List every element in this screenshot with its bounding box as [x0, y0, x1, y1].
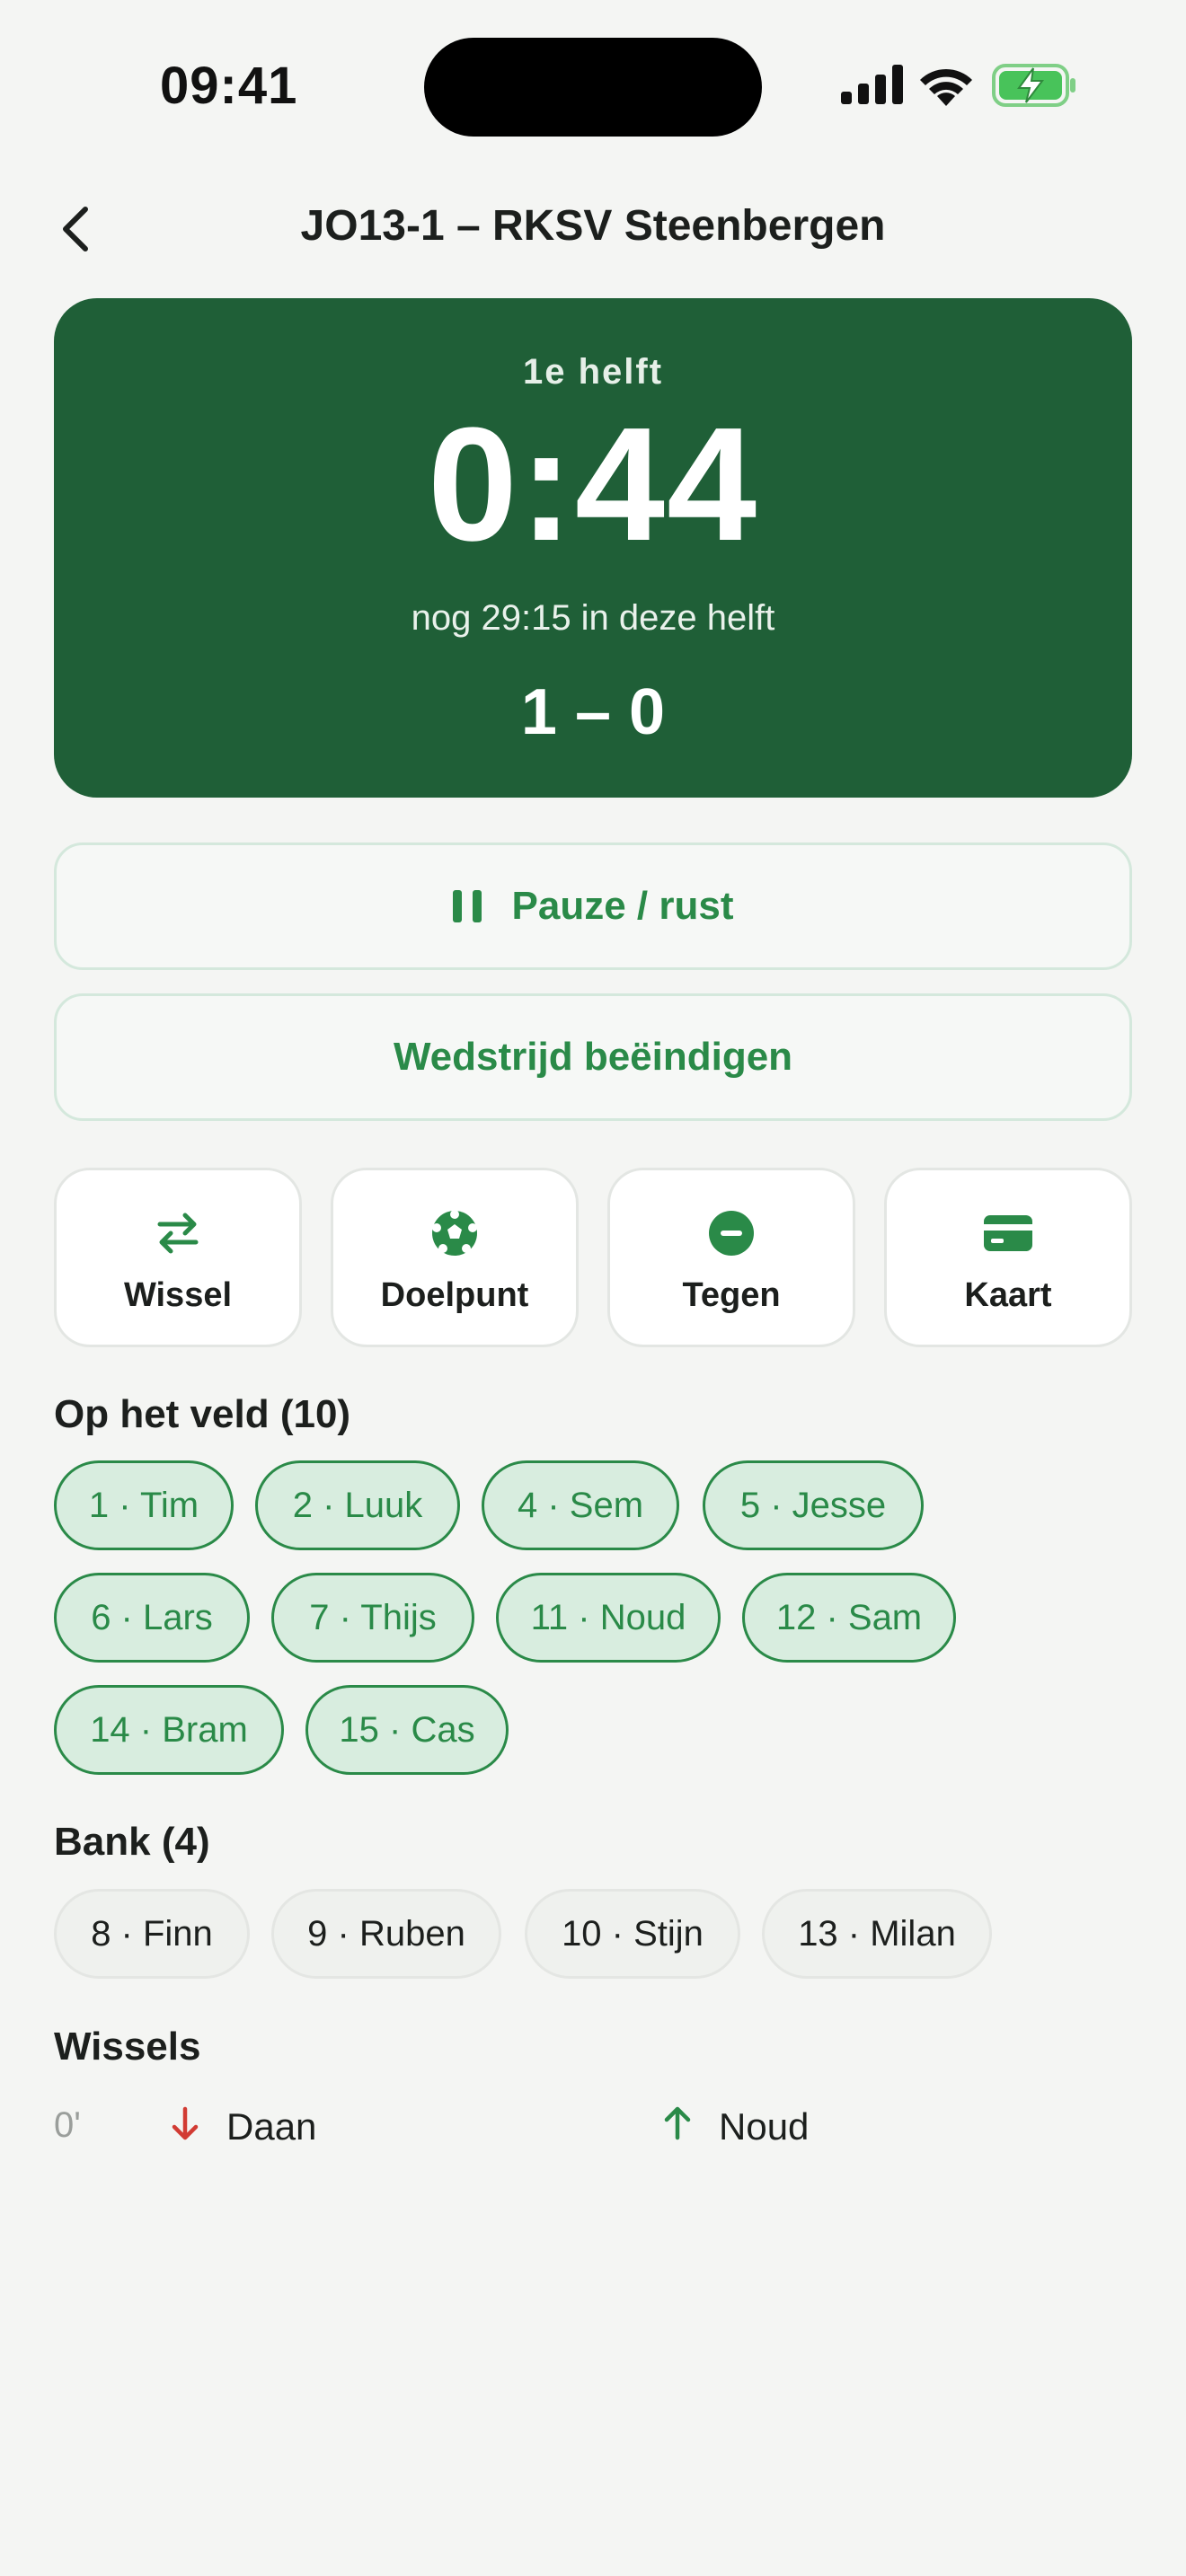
bench-player-chip[interactable]: 8 · Finn [54, 1889, 250, 1979]
end-match-label: Wedstrijd beëindigen [393, 1035, 793, 1079]
goal-against-button[interactable]: Tegen [607, 1168, 855, 1347]
minus-circle-icon [709, 1211, 754, 1256]
status-time: 09:41 [160, 57, 298, 115]
bench-title: Bank (4) [54, 1820, 210, 1864]
swap-icon [157, 1213, 199, 1254]
substitutions-title: Wissels [54, 2025, 201, 2069]
card-button[interactable]: Kaart [884, 1168, 1132, 1347]
arrow-down-icon [172, 2106, 199, 2140]
bench-player-chip[interactable]: 9 · Ruben [271, 1889, 501, 1979]
substitution-button[interactable]: Wissel [54, 1168, 302, 1347]
status-icons [841, 64, 1075, 110]
goal-button[interactable]: Doelpunt [331, 1168, 579, 1347]
field-player-chip[interactable]: 12 · Sam [742, 1573, 956, 1663]
substitution-label: Wissel [123, 1276, 233, 1314]
substitution-row: 0' Daan Noud [54, 2100, 1132, 2154]
pause-button[interactable]: Pauze / rust [54, 842, 1132, 970]
field-player-chip[interactable]: 4 · Sem [482, 1460, 679, 1550]
on-field-title: Op het veld (10) [54, 1392, 351, 1436]
field-player-chip[interactable]: 7 · Thijs [271, 1573, 474, 1663]
battery-charging-icon [992, 64, 1075, 107]
pause-icon [452, 890, 482, 922]
goal-against-label: Tegen [682, 1276, 781, 1314]
player-in-name: Noud [719, 2105, 810, 2148]
nav-header: JO13-1 – RKSV Steenbergen [0, 180, 1186, 278]
card-label: Kaart [964, 1276, 1052, 1314]
field-player-chip[interactable]: 1 · Tim [54, 1460, 234, 1550]
field-player-chip[interactable]: 2 · Luuk [255, 1460, 460, 1550]
pause-button-label: Pauze / rust [511, 884, 734, 928]
card-icon [984, 1215, 1032, 1251]
wifi-icon [920, 68, 972, 106]
period-label: 1e helft [522, 352, 664, 392]
field-player-chip[interactable]: 5 · Jesse [703, 1460, 924, 1550]
player-out-name: Daan [226, 2105, 317, 2148]
scoreboard-card: 1e helft 0:44 nog 29:15 in deze helft 1 … [54, 298, 1132, 798]
soccer-ball-icon [432, 1210, 477, 1256]
field-player-chip[interactable]: 14 · Bram [54, 1685, 284, 1775]
remaining-time: nog 29:15 in deze helft [411, 598, 775, 638]
bench-player-chip[interactable]: 10 · Stijn [525, 1889, 740, 1979]
action-tiles: Wissel Doelpunt Tegen Kaart [54, 1168, 1132, 1347]
page-title: JO13-1 – RKSV Steenbergen [300, 202, 886, 250]
substitution-minute: 0' [54, 2105, 81, 2145]
field-player-chip[interactable]: 6 · Lars [54, 1573, 250, 1663]
field-player-chip[interactable]: 15 · Cas [305, 1685, 509, 1775]
signal-icon [841, 65, 903, 104]
match-score: 1 – 0 [520, 676, 666, 748]
end-match-button[interactable]: Wedstrijd beëindigen [54, 993, 1132, 1121]
field-player-chip[interactable]: 11 · Noud [496, 1573, 721, 1663]
status-bar: 09:41 [0, 0, 1186, 171]
bench-player-chip[interactable]: 13 · Milan [762, 1889, 992, 1979]
match-clock: 0:44 [427, 394, 759, 575]
arrow-up-icon [664, 2106, 691, 2140]
dynamic-island [424, 38, 762, 137]
goal-label: Doelpunt [380, 1276, 529, 1314]
